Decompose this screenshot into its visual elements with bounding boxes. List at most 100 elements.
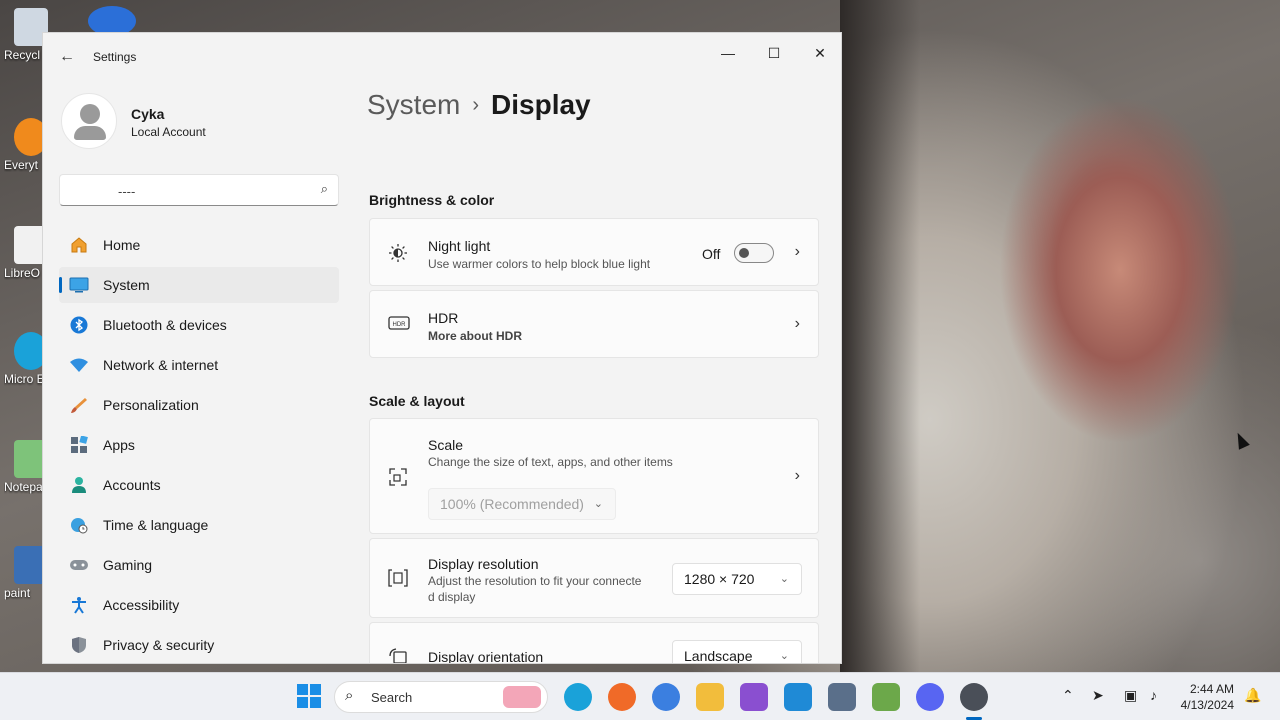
scale-value: 100% (Recommended) xyxy=(440,496,584,512)
chevron-right-icon: › xyxy=(794,315,800,332)
account-icon xyxy=(69,475,89,495)
sidebar-item-label: Accessibility xyxy=(103,597,180,613)
notepad-taskbar-icon[interactable] xyxy=(828,683,856,711)
resolution-title: Display resolution xyxy=(428,556,539,572)
settings-search[interactable]: ⌕ xyxy=(59,174,339,206)
display-resolution-card[interactable]: Display resolution Adjust the resolution… xyxy=(369,538,819,618)
title-bar: ← Settings — ☐ ✕ xyxy=(43,33,841,81)
vscode-icon[interactable] xyxy=(784,683,812,711)
chevron-right-icon: › xyxy=(794,243,800,260)
night-light-card[interactable]: Night light Use warmer colors to help bl… xyxy=(369,218,819,286)
close-icon: ✕ xyxy=(814,45,826,61)
scale-card[interactable]: Scale Change the size of text, apps, and… xyxy=(369,418,819,534)
sidebar-item-accounts[interactable]: Accounts xyxy=(59,467,339,503)
hdr-more-link[interactable]: More about HDR xyxy=(428,329,522,343)
scale-title: Scale xyxy=(428,437,464,453)
profile-account-type: Local Account xyxy=(131,125,206,139)
desktop-icon-label: paint xyxy=(4,586,31,600)
sidebar-item-apps[interactable]: Apps xyxy=(59,427,339,463)
chevron-down-icon: ⌄ xyxy=(779,573,789,585)
taskbar-search-label: Search xyxy=(371,690,413,705)
night-light-state-label: Off xyxy=(702,246,721,262)
wifi-icon xyxy=(69,355,89,375)
sidebar-item-label: Apps xyxy=(103,437,135,453)
desktop-icon-label: Recycl xyxy=(4,48,41,62)
search-input[interactable] xyxy=(70,181,300,201)
taskbar: ⌕ Search ⌃ ➤ ▣ ♪ 2:44 AM 4/13/2024 🔔 xyxy=(0,672,1280,720)
sidebar-item-label: Time & language xyxy=(103,517,209,533)
page-title: Display xyxy=(491,89,591,120)
system-clock[interactable]: 2:44 AM 4/13/2024 xyxy=(1181,681,1234,713)
close-button[interactable]: ✕ xyxy=(797,39,841,67)
orientation-icon xyxy=(388,647,408,663)
scale-subtitle: Change the size of text, apps, and other… xyxy=(428,455,673,469)
chevron-up-icon[interactable]: ⌃ xyxy=(1062,687,1074,704)
sidebar-item-system[interactable]: System xyxy=(59,267,339,303)
sidebar-item-accessibility[interactable]: Accessibility xyxy=(59,587,339,623)
file-explorer-icon[interactable] xyxy=(696,683,724,711)
orientation-dropdown[interactable]: Landscape ⌄ xyxy=(672,640,802,664)
firefox-taskbar-icon[interactable] xyxy=(608,683,636,711)
orientation-value: Landscape xyxy=(684,648,753,664)
sidebar-item-personalization[interactable]: Personalization xyxy=(59,387,339,423)
chevron-right-icon: › xyxy=(794,467,800,484)
orientation-title: Display orientation xyxy=(428,649,544,664)
section-heading-brightness: Brightness & color xyxy=(369,192,495,208)
desktop-icon-label: Micro Edg xyxy=(4,372,44,386)
hdr-card[interactable]: HDR HDR More about HDR › xyxy=(369,290,819,358)
sidebar-item-label: Privacy & security xyxy=(103,637,215,653)
sidebar-item-label: Network & internet xyxy=(103,357,219,373)
taskbar-search[interactable]: ⌕ Search xyxy=(334,681,548,713)
chrome-taskbar-icon[interactable] xyxy=(652,683,680,711)
windows-logo-icon xyxy=(297,684,321,708)
system-icon xyxy=(69,275,89,295)
breadcrumb-parent[interactable]: System xyxy=(367,89,460,120)
sidebar-item-label: Home xyxy=(103,237,141,253)
sidebar-item-home[interactable]: Home xyxy=(59,227,339,263)
night-light-icon xyxy=(388,243,408,263)
hdr-title: HDR xyxy=(428,310,459,326)
sidebar-item-network[interactable]: Network & internet xyxy=(59,347,339,383)
notepadpp-icon[interactable] xyxy=(872,683,900,711)
chevron-down-icon: ⌄ xyxy=(593,498,603,510)
settings-taskbar-icon[interactable] xyxy=(960,683,988,711)
breadcrumb: System › Display xyxy=(367,89,591,121)
night-light-subtitle: Use warmer colors to help block blue lig… xyxy=(428,257,651,271)
desktop-icon-label: LibreO 24. xyxy=(4,266,44,280)
sidebar-item-bluetooth[interactable]: Bluetooth & devices xyxy=(59,307,339,343)
back-button[interactable]: ← xyxy=(55,45,79,69)
volume-icon[interactable]: ♪ xyxy=(1150,687,1157,703)
resolution-dropdown[interactable]: 1280 × 720 ⌄ xyxy=(672,563,802,595)
profile-name: Cyka xyxy=(131,106,165,122)
app-title: Settings xyxy=(93,50,137,64)
avatar-head xyxy=(80,104,100,124)
edge-taskbar-icon[interactable] xyxy=(564,683,592,711)
apps-icon xyxy=(69,435,89,455)
location-icon[interactable]: ➤ xyxy=(1092,687,1104,704)
visual-studio-icon[interactable] xyxy=(740,683,768,711)
svg-text:HDR: HDR xyxy=(393,322,407,328)
discord-icon[interactable] xyxy=(916,683,944,711)
bluetooth-icon xyxy=(69,315,89,335)
hdr-icon: HDR xyxy=(388,315,410,335)
night-light-toggle[interactable] xyxy=(734,243,774,263)
sidebar-item-privacy[interactable]: Privacy & security xyxy=(59,627,339,663)
scale-dropdown[interactable]: 100% (Recommended) ⌄ xyxy=(428,488,616,520)
settings-window: ← Settings — ☐ ✕ Cyka Local Account ⌕ Ho… xyxy=(42,32,842,664)
accessibility-icon xyxy=(69,595,89,615)
start-button[interactable] xyxy=(296,683,324,711)
minimize-icon: — xyxy=(721,45,735,61)
search-icon[interactable]: ⌕ xyxy=(321,181,328,197)
sidebar-item-label: Bluetooth & devices xyxy=(103,317,227,333)
section-heading-scale-layout: Scale & layout xyxy=(369,393,465,409)
minimize-button[interactable]: — xyxy=(705,39,751,67)
maximize-button[interactable]: ☐ xyxy=(751,39,797,67)
sidebar-item-time-language[interactable]: Time & language xyxy=(59,507,339,543)
wallpaper-shadow xyxy=(840,0,920,672)
notification-bell-icon[interactable]: 🔔 xyxy=(1244,687,1261,704)
sidebar-item-label: Accounts xyxy=(103,477,161,493)
display-orientation-card[interactable]: Display orientation Landscape ⌄ xyxy=(369,622,819,664)
network-icon[interactable]: ▣ xyxy=(1124,687,1137,704)
sidebar-item-gaming[interactable]: Gaming xyxy=(59,547,339,583)
brush-icon xyxy=(69,395,89,415)
